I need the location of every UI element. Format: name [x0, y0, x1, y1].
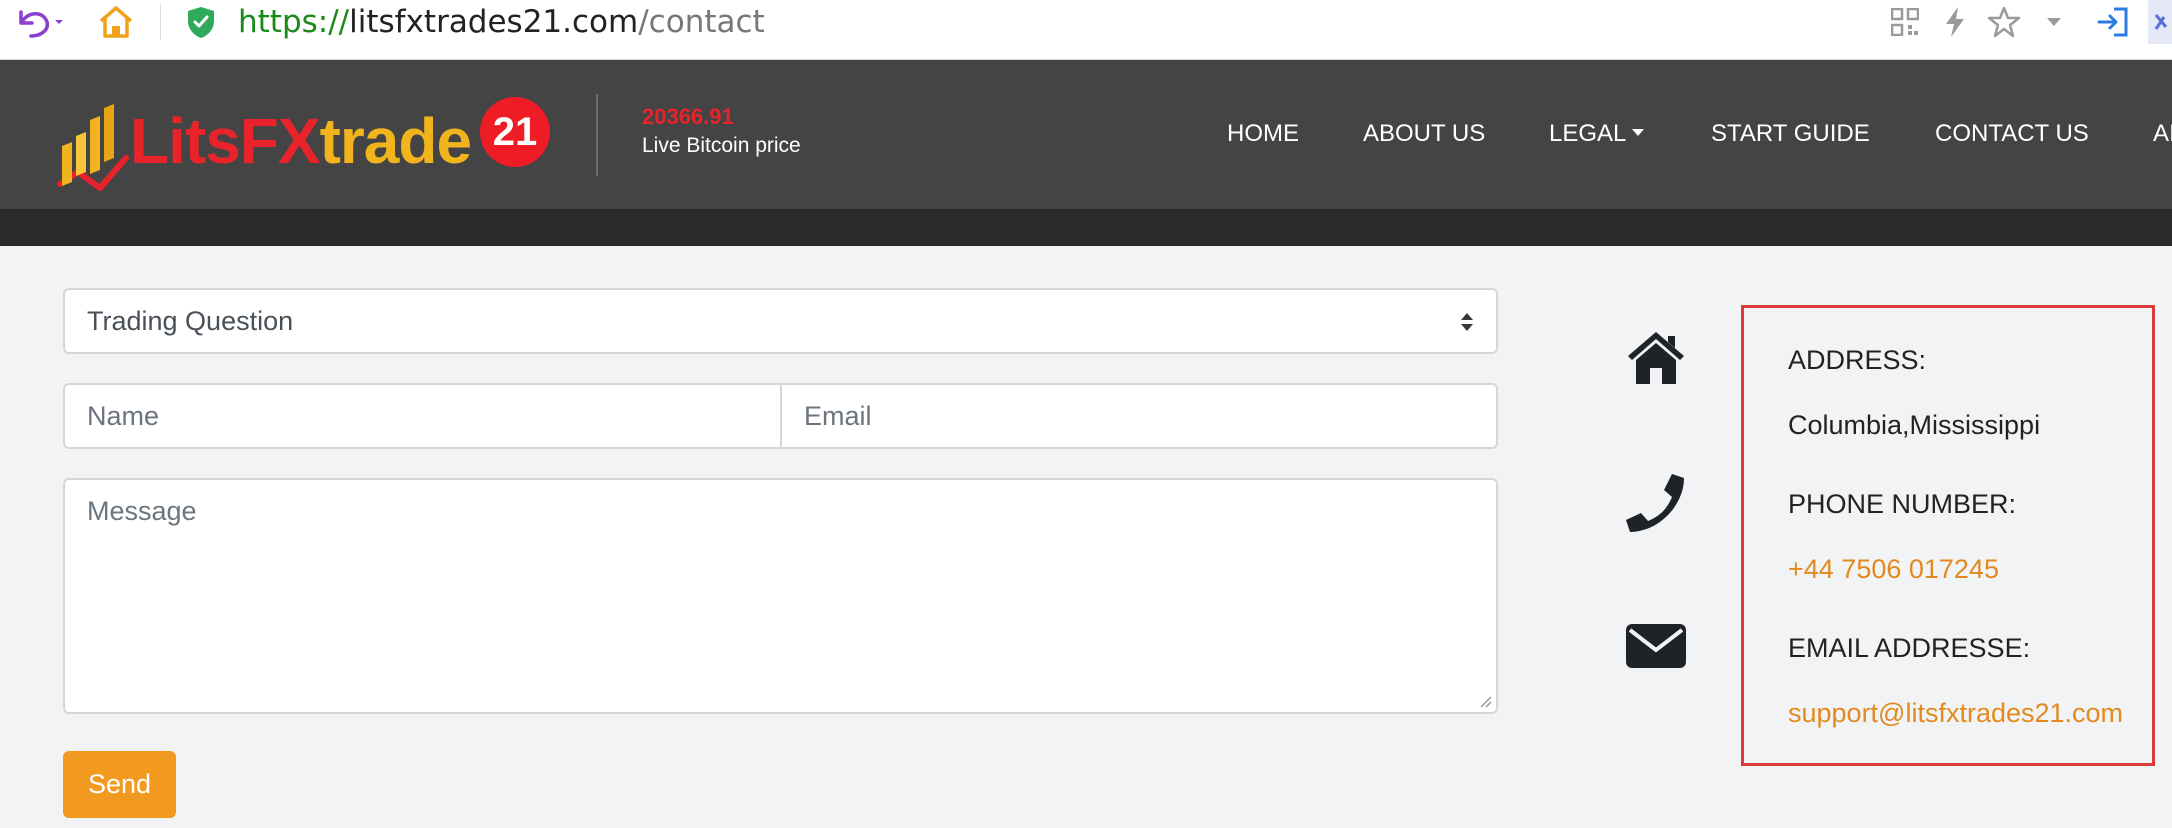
logo-wordmark: LitsFXtrade — [130, 104, 472, 178]
home-icon — [1628, 332, 1684, 384]
email-placeholder: Email — [804, 401, 872, 431]
resize-handle-icon[interactable] — [1476, 692, 1492, 708]
bitcoin-price-label: Live Bitcoin price — [642, 134, 801, 157]
site-logo[interactable]: LitsFXtrade 21 — [56, 92, 552, 202]
send-button[interactable]: Send — [63, 751, 176, 818]
extension-icon[interactable] — [2148, 0, 2172, 44]
nav-start-guide[interactable]: START GUIDE — [1711, 120, 1870, 148]
url-host: litsfxtrades21.com — [349, 4, 639, 40]
address-value: Columbia,Mississippi — [1788, 410, 2041, 440]
nav-legal-label: LEGAL — [1549, 120, 1627, 147]
nav-about-us[interactable]: ABOUT US — [1363, 120, 1485, 148]
sign-in-icon[interactable] — [2094, 0, 2132, 44]
home-browser-icon[interactable] — [94, 0, 138, 44]
email-label: EMAIL ADDRESSE: — [1788, 633, 2031, 663]
address-bar[interactable]: https://litsfxtrades21.com/contact — [238, 4, 765, 40]
message-placeholder: Message — [87, 496, 197, 526]
phone-icon — [1626, 474, 1684, 532]
phone-label: PHONE NUMBER: — [1788, 489, 2017, 519]
logo-bars-icon — [57, 104, 129, 191]
qr-code-icon[interactable] — [1888, 0, 1922, 44]
logo-badge: 21 — [480, 97, 550, 167]
nav-item-truncated[interactable]: AI — [2153, 120, 2172, 148]
header-divider — [596, 94, 598, 176]
name-input[interactable]: Name — [63, 383, 782, 449]
star-icon[interactable] — [1984, 0, 2024, 44]
address-label: ADDRESS: — [1788, 345, 1927, 375]
name-placeholder: Name — [87, 401, 160, 431]
nav-legal[interactable]: LEGAL — [1549, 120, 1645, 148]
dropdown-arrow-icon[interactable] — [2042, 0, 2066, 44]
url-scheme: https:// — [238, 4, 350, 40]
nav-contact-us[interactable]: CONTACT US — [1935, 120, 2089, 148]
back-icon[interactable] — [8, 0, 70, 44]
subject-selected-value: Trading Question — [87, 306, 294, 336]
toolbar-divider — [160, 4, 161, 40]
message-textarea[interactable]: Message — [63, 478, 1498, 714]
secure-shield-icon[interactable] — [184, 0, 218, 44]
site-header: LitsFXtrade 21 20366.91 Live Bitcoin pri… — [0, 60, 2172, 209]
lightning-icon[interactable] — [1938, 0, 1972, 44]
email-input[interactable]: Email — [780, 383, 1498, 449]
nav-home[interactable]: HOME — [1227, 120, 1299, 148]
url-path: /contact — [638, 4, 765, 40]
envelope-icon — [1626, 624, 1686, 668]
email-link[interactable]: support@litsfxtrades21.com — [1788, 698, 2123, 729]
select-arrows-icon — [1461, 313, 1473, 331]
caret-down-icon — [1632, 129, 1645, 137]
bitcoin-price: 20366.91 — [642, 104, 734, 129]
phone-link[interactable]: +44 7506 017245 — [1788, 554, 1999, 585]
subject-select[interactable]: Trading Question — [63, 288, 1498, 354]
logo-text-part1: LitsFX — [130, 105, 321, 177]
header-subbar — [0, 209, 2172, 246]
browser-toolbar: https://litsfxtrades21.com/contact — [0, 0, 2172, 60]
logo-text-part2: trade — [319, 105, 472, 177]
